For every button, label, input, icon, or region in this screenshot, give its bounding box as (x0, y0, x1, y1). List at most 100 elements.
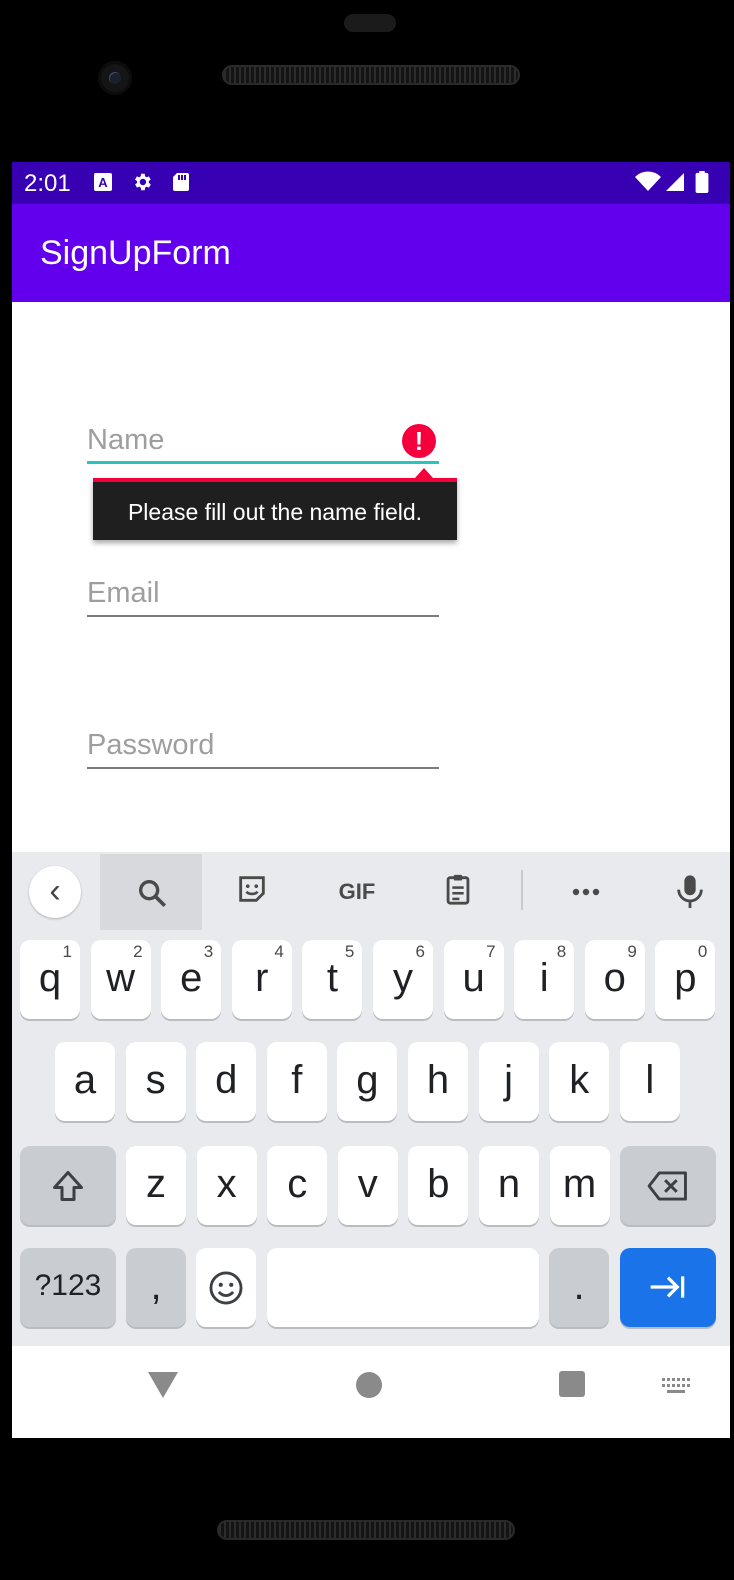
error-alert-icon: ! (402, 424, 436, 458)
shift-arrow-icon (53, 1171, 83, 1201)
key-p[interactable]: p0 (655, 940, 716, 1019)
key-r[interactable]: r4 (231, 940, 292, 1019)
key-hint-w: 2 (133, 942, 143, 961)
key-m[interactable]: m (549, 1146, 610, 1225)
microphone-icon (677, 875, 703, 908)
key-label-o: o (603, 956, 626, 1000)
shift-key[interactable] (20, 1146, 116, 1225)
key-c[interactable]: c (267, 1146, 328, 1225)
key-j[interactable]: j (478, 1042, 539, 1121)
cellular-signal-icon (666, 173, 684, 191)
toolbar-search-button[interactable] (100, 854, 202, 930)
keyboard-notification-icon: A (94, 173, 112, 191)
key-hint-t: 5 (344, 942, 355, 961)
email-field[interactable]: Email (87, 577, 439, 617)
keyboard-toolbar: ‹ GIF (12, 852, 730, 932)
comma-key[interactable]: , (126, 1248, 186, 1327)
password-placeholder: Password (87, 729, 215, 761)
emoji-key[interactable] (196, 1248, 256, 1327)
app-title: SignUpForm (40, 234, 231, 272)
symbols-key[interactable]: ?123 (20, 1248, 116, 1327)
nav-back-triangle-icon[interactable] (148, 1372, 178, 1398)
key-e[interactable]: e3 (161, 940, 222, 1019)
status-time: 2:01 (24, 170, 71, 197)
period-key[interactable]: . (549, 1248, 609, 1327)
sd-card-icon (173, 173, 189, 191)
key-label-i: i (539, 956, 549, 1000)
sticker-button[interactable] (232, 872, 272, 912)
error-tooltip: Please fill out the name field. (93, 478, 457, 540)
key-label-e: e (180, 956, 203, 1000)
next-action-key[interactable] (620, 1248, 716, 1327)
email-placeholder: Email (87, 577, 160, 609)
system-navigation-bar (12, 1346, 730, 1438)
key-label-t: t (326, 956, 338, 1000)
key-k[interactable]: k (549, 1042, 610, 1121)
key-a[interactable]: a (55, 1042, 115, 1121)
key-hint-o: 9 (627, 942, 637, 961)
emoji-smiley-icon (209, 1271, 243, 1305)
app-bar: SignUpForm (12, 204, 730, 302)
settings-gear-icon (135, 173, 151, 191)
key-h[interactable]: h (408, 1042, 468, 1121)
key-g[interactable]: g (337, 1042, 398, 1121)
screen: 2:01 A SignUpForm Name ! Please fill out… (12, 162, 730, 1438)
email-field-underline (87, 615, 439, 617)
soft-keyboard: ‹ GIF q 1 w 2 e 3 r 4 t 5 y 6 u 7 i 8 o … (12, 852, 730, 1346)
key-b[interactable]: b (408, 1146, 469, 1225)
key-y[interactable]: y6 (373, 940, 433, 1019)
key-z[interactable]: z (126, 1146, 186, 1225)
search-icon (138, 879, 167, 908)
key-x[interactable]: x (196, 1146, 257, 1225)
key-hint-q: 1 (62, 942, 72, 961)
wifi-icon (635, 171, 661, 191)
status-bar: 2:01 A (12, 162, 730, 204)
key-t[interactable]: t5 (302, 940, 363, 1019)
key-n[interactable]: n (479, 1146, 539, 1225)
key-label-u: u (462, 956, 485, 1000)
voice-input-button[interactable] (670, 872, 710, 912)
key-label-p: p (674, 956, 697, 1000)
key-hint-p: 0 (697, 942, 708, 961)
key-hint-u: 7 (486, 942, 496, 961)
backspace-key[interactable] (620, 1146, 716, 1225)
nav-home-circle-icon[interactable] (356, 1372, 382, 1398)
password-field[interactable]: Password (87, 729, 439, 769)
error-tooltip-text: Please fill out the name field. (127, 499, 423, 525)
key-hint-y: 6 (415, 942, 425, 961)
key-q[interactable]: q1 (20, 940, 80, 1019)
key-v[interactable]: v (337, 1146, 398, 1225)
password-field-underline (87, 767, 439, 769)
nav-recents-square-icon[interactable] (559, 1371, 585, 1397)
phone-top-sensor (344, 14, 396, 32)
name-placeholder: Name (87, 424, 165, 456)
clipboard-button[interactable] (438, 872, 478, 912)
toolbar-back-chevron-icon[interactable]: ‹ (29, 866, 81, 918)
more-options-button[interactable] (564, 872, 608, 912)
svg-text:A: A (98, 175, 108, 190)
key-l[interactable]: l (619, 1042, 680, 1121)
name-field-underline (87, 461, 439, 464)
key-d[interactable]: d (196, 1042, 257, 1121)
gif-button[interactable]: GIF (330, 872, 384, 912)
keyboard-switcher-icon[interactable] (662, 1378, 690, 1394)
space-key[interactable] (267, 1248, 539, 1327)
sticker-icon (239, 876, 265, 902)
tab-next-arrow-icon (650, 1276, 685, 1298)
key-f[interactable]: f (266, 1042, 327, 1121)
key-label-q: q (38, 956, 62, 1000)
name-field[interactable]: Name (87, 424, 439, 464)
key-u[interactable]: u7 (443, 940, 504, 1019)
key-i[interactable]: i8 (514, 940, 575, 1019)
key-hint-i: 8 (556, 942, 567, 961)
toolbar-divider (521, 870, 523, 910)
key-w[interactable]: w2 (90, 940, 151, 1019)
key-o[interactable]: o9 (584, 940, 645, 1019)
key-label-w: w (106, 956, 136, 1000)
key-label-y: y (393, 956, 413, 1000)
bottom-speaker (217, 1520, 515, 1540)
key-s[interactable]: s (125, 1042, 186, 1121)
more-horizontal-icon (572, 888, 600, 896)
key-hint-r: 4 (274, 942, 284, 961)
key-hint-e: 3 (203, 942, 214, 961)
